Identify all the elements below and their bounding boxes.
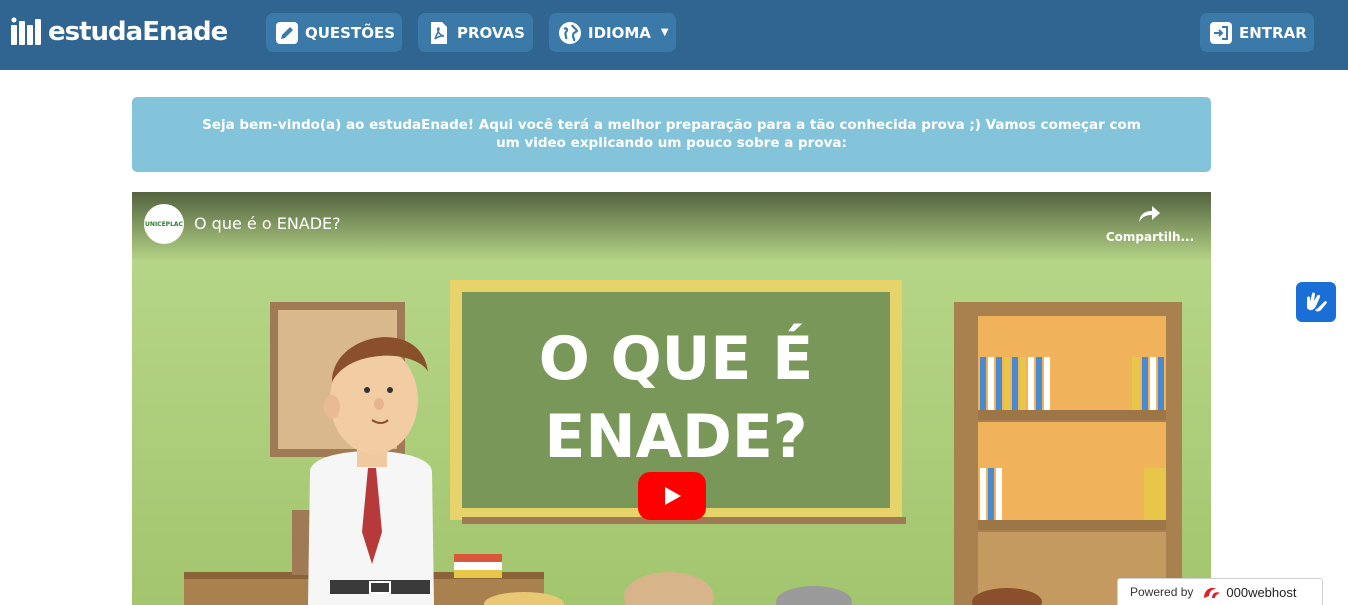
sign-in-icon: [1209, 21, 1233, 45]
play-button[interactable]: [638, 472, 706, 520]
questoes-button[interactable]: QUESTÕES: [266, 13, 402, 52]
share-arrow-icon: [1139, 206, 1160, 222]
video-title[interactable]: O que é o ENADE?: [194, 214, 341, 233]
globe-icon: [558, 21, 582, 45]
brand-name: estudaEnade: [48, 17, 228, 47]
entrar-button[interactable]: ENTRAR: [1200, 13, 1314, 52]
powered-label: Powered by: [1130, 585, 1194, 599]
questoes-label: QUESTÕES: [305, 23, 396, 42]
channel-avatar[interactable]: UNICEPLAC: [144, 204, 184, 244]
file-pdf-icon: [427, 21, 451, 45]
webhost-logo-icon: [1204, 587, 1221, 598]
welcome-alert: Seja bem-vindo(a) ao estudaEnade! Aqui v…: [132, 97, 1211, 172]
caret-down-icon: ▼: [660, 27, 669, 38]
share-button[interactable]: Compartilh...: [1105, 204, 1195, 254]
play-icon: [665, 487, 681, 505]
brand-logo-link[interactable]: estudaEnade: [10, 15, 228, 49]
hands-sign-language-icon: [1307, 292, 1327, 312]
pencil-square-icon: [275, 21, 299, 45]
share-label: Compartilh...: [1105, 230, 1195, 244]
navbar: estudaEnade QUESTÕES PROVAS IDIOMA ▼ ENT…: [0, 0, 1348, 70]
chalkboard-line-2: ENADE?: [544, 402, 808, 472]
idioma-label: IDIOMA: [588, 23, 651, 42]
chalkboard-line-1: O QUE É: [538, 324, 814, 394]
host-name: 000webhost: [1226, 584, 1297, 600]
youtube-video-embed[interactable]: O QUE É ENADE? UNICEPLAC O que é o ENADE…: [132, 192, 1211, 605]
entrar-label: ENTRAR: [1239, 23, 1307, 42]
vlibras-accessibility-button[interactable]: [1296, 282, 1336, 322]
welcome-text: Seja bem-vindo(a) ao estudaEnade! Aqui v…: [202, 117, 1141, 151]
idioma-dropdown[interactable]: IDIOMA ▼: [549, 13, 676, 52]
host-link[interactable]: 000webhost: [1201, 583, 1297, 601]
books-logo-icon: [11, 17, 41, 45]
provas-label: PROVAS: [457, 23, 525, 42]
powered-by-badge[interactable]: Powered by 000webhost: [1117, 578, 1323, 605]
provas-button[interactable]: PROVAS: [418, 13, 533, 52]
channel-name: UNICEPLAC: [145, 220, 183, 228]
